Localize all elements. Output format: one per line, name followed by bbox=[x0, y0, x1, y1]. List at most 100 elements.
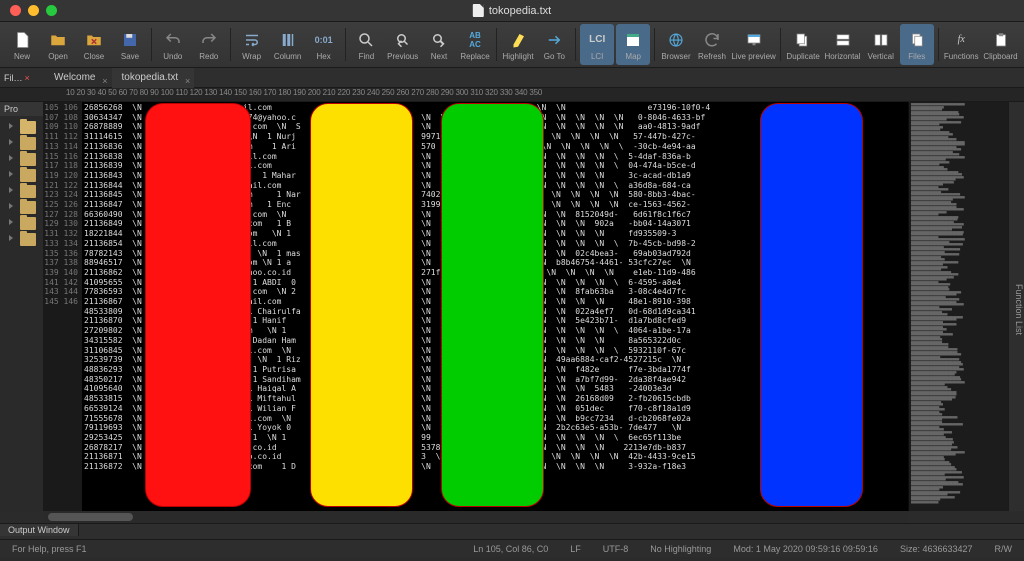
folder-tree[interactable] bbox=[0, 116, 43, 246]
previous-button[interactable]: Previous bbox=[385, 24, 420, 65]
window-titlebar: tokopedia.txt bbox=[0, 0, 1024, 22]
wrap-icon bbox=[241, 29, 263, 51]
close-tab-icon[interactable]: × bbox=[185, 71, 190, 91]
hl-icon bbox=[507, 29, 529, 51]
horizontal-button[interactable]: Horizontal bbox=[823, 24, 861, 65]
close-panel-icon[interactable]: × bbox=[25, 73, 30, 83]
fx-icon: fx bbox=[950, 29, 972, 51]
status-encoding[interactable]: UTF-8 bbox=[599, 544, 633, 554]
goto-button[interactable]: Go To bbox=[537, 24, 571, 65]
duplicate-button[interactable]: Duplicate bbox=[785, 24, 821, 65]
wrap-button[interactable]: Wrap bbox=[235, 24, 269, 65]
repl-icon: ABAC bbox=[464, 29, 486, 51]
redo-button[interactable]: Redo bbox=[192, 24, 226, 65]
lci-button[interactable]: LCILCI bbox=[580, 24, 614, 65]
status-help: For Help, press F1 bbox=[8, 544, 91, 554]
status-highlighting[interactable]: No Highlighting bbox=[646, 544, 715, 554]
livepreview-button[interactable]: Live preview bbox=[731, 24, 776, 65]
overlay-rect-blue bbox=[760, 103, 863, 507]
folder-icon[interactable] bbox=[20, 153, 36, 166]
overlay-rect-yellow bbox=[310, 103, 413, 507]
prev-icon bbox=[392, 29, 414, 51]
new-button[interactable]: New bbox=[5, 24, 39, 65]
text-editor[interactable]: 105 106 107 108 109 110 111 112 113 114 … bbox=[44, 102, 908, 511]
undo-icon bbox=[162, 29, 184, 51]
find-button[interactable]: Find bbox=[349, 24, 383, 65]
lci-icon: LCI bbox=[586, 29, 608, 51]
status-modified: Mod: 1 May 2020 09:59:16 09:59:16 bbox=[729, 544, 882, 554]
status-bar: For Help, press F1 Ln 105, Col 86, C0 LF… bbox=[0, 539, 1024, 557]
col-icon bbox=[277, 29, 299, 51]
window-title: tokopedia.txt bbox=[489, 5, 551, 17]
redo-icon bbox=[198, 29, 220, 51]
files-panel-header: Fil…× bbox=[0, 73, 44, 83]
project-label: Pro bbox=[0, 102, 43, 116]
functions-button[interactable]: fxFunctions bbox=[943, 24, 980, 65]
folder-icon bbox=[47, 29, 69, 51]
output-window-tab[interactable]: Output Window bbox=[0, 524, 79, 536]
hex-button[interactable]: 0:01Hex bbox=[307, 24, 341, 65]
refresh-button[interactable]: Refresh bbox=[695, 24, 729, 65]
function-list-tab[interactable]: Function List bbox=[1008, 102, 1024, 511]
folder-icon[interactable] bbox=[20, 185, 36, 198]
save-button[interactable]: Save bbox=[113, 24, 147, 65]
undo-button[interactable]: Undo bbox=[156, 24, 190, 65]
tab-bar: Fil…× Welcome×tokopedia.txt× bbox=[0, 68, 1024, 88]
replace-button[interactable]: ABACReplace bbox=[458, 24, 492, 65]
globe-icon bbox=[665, 29, 687, 51]
project-sidebar[interactable]: Pro bbox=[0, 102, 44, 511]
clip-icon bbox=[990, 29, 1012, 51]
folder-icon[interactable] bbox=[20, 121, 36, 134]
horizontal-scrollbar[interactable] bbox=[44, 511, 908, 523]
minimap[interactable]: ████████████████████████████████████████… bbox=[908, 102, 1008, 511]
output-panel-bar: Output Window bbox=[0, 523, 1024, 539]
next-button[interactable]: Next bbox=[422, 24, 456, 65]
minimize-window-button[interactable] bbox=[28, 5, 39, 16]
overlay-rect-red bbox=[145, 103, 251, 507]
status-readwrite[interactable]: R/W bbox=[991, 544, 1017, 554]
disk-icon bbox=[119, 29, 141, 51]
browser-button[interactable]: Browser bbox=[659, 24, 693, 65]
document-icon bbox=[473, 4, 484, 17]
folder-icon[interactable] bbox=[20, 217, 36, 230]
folder-x-icon bbox=[83, 29, 105, 51]
dup-icon bbox=[792, 29, 814, 51]
folder-icon[interactable] bbox=[20, 137, 36, 150]
traffic-lights bbox=[0, 5, 57, 16]
status-eol[interactable]: LF bbox=[566, 544, 585, 554]
next-icon bbox=[428, 29, 450, 51]
tab-tokopedia-txt[interactable]: tokopedia.txt× bbox=[112, 68, 195, 88]
files-icon bbox=[906, 29, 928, 51]
status-position[interactable]: Ln 105, Col 86, C0 bbox=[469, 544, 552, 554]
clipboard-button[interactable]: Clipboard bbox=[982, 24, 1019, 65]
highlight-button[interactable]: Highlight bbox=[501, 24, 536, 65]
refresh-icon bbox=[701, 29, 723, 51]
open-button[interactable]: Open bbox=[41, 24, 75, 65]
hex-icon: 0:01 bbox=[313, 29, 335, 51]
overlay-rect-green bbox=[441, 103, 544, 507]
doc-icon bbox=[11, 29, 33, 51]
vsplit-icon bbox=[870, 29, 892, 51]
folder-icon[interactable] bbox=[20, 201, 36, 214]
zoom-window-button[interactable] bbox=[46, 5, 57, 16]
vertical-button[interactable]: Vertical bbox=[864, 24, 898, 65]
preview-icon bbox=[743, 29, 765, 51]
main-toolbar: NewOpenCloseSave UndoRedo WrapColumn0:01He… bbox=[0, 22, 1024, 68]
files-button[interactable]: Files bbox=[900, 24, 934, 65]
goto-icon bbox=[543, 29, 565, 51]
folder-icon[interactable] bbox=[20, 233, 36, 246]
column-ruler: 10 20 30 40 50 60 70 80 90 100 110 120 1… bbox=[0, 88, 1024, 102]
close-window-button[interactable] bbox=[10, 5, 21, 16]
close-button[interactable]: Close bbox=[77, 24, 111, 65]
map-icon bbox=[622, 29, 644, 51]
tab-welcome[interactable]: Welcome× bbox=[44, 68, 112, 88]
close-tab-icon[interactable]: × bbox=[102, 71, 107, 91]
hsplit-icon bbox=[832, 29, 854, 51]
column-button[interactable]: Column bbox=[271, 24, 305, 65]
folder-icon[interactable] bbox=[20, 169, 36, 182]
find-icon bbox=[355, 29, 377, 51]
line-number-gutter: 105 106 107 108 109 110 111 112 113 114 … bbox=[44, 102, 82, 511]
status-filesize: Size: 4636633427 bbox=[896, 544, 977, 554]
scrollbar-thumb[interactable] bbox=[48, 513, 133, 521]
map-button[interactable]: Map bbox=[616, 24, 650, 65]
